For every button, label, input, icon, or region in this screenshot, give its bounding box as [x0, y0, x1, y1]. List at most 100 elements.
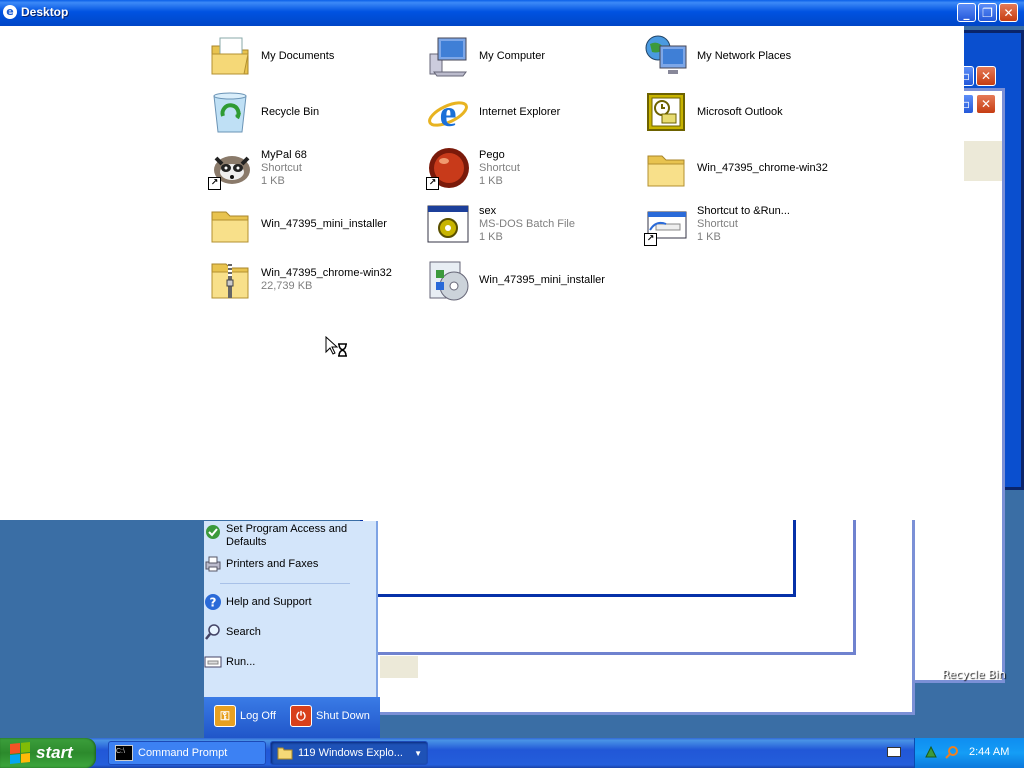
item-type: Shortcut — [261, 161, 302, 174]
item-type: Shortcut — [697, 217, 738, 230]
start-menu-item-program-access[interactable]: Set Program Access and Defaults — [204, 523, 374, 549]
clock[interactable]: 2:44 AM — [969, 746, 1009, 758]
installer-icon — [424, 256, 472, 304]
taskbar: start C:\ Command Prompt 119 Windows Exp… — [0, 738, 1024, 768]
key-icon: ⚿ — [214, 705, 236, 727]
start-button[interactable]: start — [0, 738, 96, 768]
item-name: My Network Places — [697, 49, 792, 62]
close-icon[interactable]: ✕ — [976, 94, 996, 114]
item-size: 1 KB — [479, 230, 503, 243]
item-name: Microsoft Outlook — [697, 105, 783, 118]
close-button[interactable]: ✕ — [999, 3, 1018, 22]
item-mypal[interactable]: ↗ MyPal 68 Shortcut 1 KB — [206, 142, 421, 194]
desktop-recycle-bin-label: Recycle Bin — [942, 668, 1006, 681]
svg-text:?: ? — [210, 596, 217, 610]
start-menu-item-label: Printers and Faxes — [226, 558, 319, 570]
start-menu-item-label: Set Program Access and Defaults — [226, 523, 348, 548]
item-my-documents[interactable]: My Documents — [206, 30, 421, 82]
power-icon: ⏻ — [290, 705, 312, 727]
my-documents-icon — [206, 32, 254, 80]
log-off-label: Log Off — [240, 710, 276, 722]
search-icon — [204, 623, 222, 641]
run-dialog-icon: ↗ — [642, 200, 690, 248]
item-folder-chrome[interactable]: Win_47395_chrome-win32 — [642, 142, 857, 194]
log-off-button[interactable]: ⚿ Log Off — [214, 705, 276, 727]
batch-file-icon — [424, 200, 472, 248]
shut-down-label: Shut Down — [316, 710, 370, 722]
restore-button[interactable]: ❐ — [978, 3, 997, 22]
item-name: Recycle Bin — [261, 105, 320, 118]
shut-down-button[interactable]: ⏻ Shut Down — [290, 705, 370, 727]
item-batch-file[interactable]: sex MS-DOS Batch File 1 KB — [424, 198, 639, 250]
item-my-computer[interactable]: My Computer — [424, 30, 639, 82]
recycle-bin-icon — [206, 88, 254, 136]
shortcut-arrow-icon: ↗ — [208, 177, 221, 190]
start-menu-separator — [220, 583, 350, 584]
item-name: Win_47395_chrome-win32 — [261, 267, 392, 279]
minimize-button[interactable]: _ — [957, 3, 976, 22]
network-tray-icon[interactable] — [925, 745, 939, 759]
background-window-statusbar — [380, 656, 418, 678]
item-name: MyPal 68 — [261, 148, 307, 161]
item-size: 1 KB — [479, 174, 503, 187]
item-type: MS-DOS Batch File — [479, 217, 575, 230]
item-name: My Documents — [261, 49, 335, 62]
keyboard-icon[interactable] — [887, 747, 901, 757]
item-zip-chrome[interactable]: Win_47395_chrome-win32 22,739 KB — [206, 254, 421, 306]
start-menu-item-run[interactable]: Run... — [204, 653, 374, 671]
item-name: Win_47395_mini_installer — [479, 273, 605, 286]
ie-small-icon: e — [3, 5, 17, 19]
item-network-places[interactable]: My Network Places — [642, 30, 857, 82]
start-menu-item-printers[interactable]: Printers and Faxes — [204, 555, 374, 573]
search-tray-icon[interactable] — [945, 745, 959, 759]
item-size: 1 KB — [697, 230, 721, 243]
shortcut-arrow-icon: ↗ — [426, 177, 439, 190]
item-folder-mini-installer[interactable]: Win_47395_mini_installer — [206, 198, 421, 250]
dropdown-arrow-icon: ▼ — [414, 748, 422, 758]
my-computer-icon — [424, 32, 472, 80]
start-menu-item-search[interactable]: Search — [204, 623, 374, 641]
start-menu-item-help[interactable]: ? Help and Support — [204, 593, 374, 611]
close-icon[interactable]: ✕ — [976, 66, 996, 86]
help-icon: ? — [204, 593, 222, 611]
item-shortcut-run[interactable]: ↗ Shortcut to &Run... Shortcut 1 KB — [642, 198, 857, 250]
item-name: Win_47395_mini_installer — [261, 217, 387, 230]
run-icon — [204, 653, 222, 671]
task-command-prompt[interactable]: C:\ Command Prompt — [108, 741, 266, 765]
item-internet-explorer[interactable]: e Internet Explorer — [424, 86, 639, 138]
busy-cursor-icon — [325, 335, 349, 363]
zip-folder-icon — [206, 256, 254, 304]
item-outlook[interactable]: Microsoft Outlook — [642, 86, 857, 138]
item-recycle-bin[interactable]: Recycle Bin — [206, 86, 421, 138]
mypal-raccoon-icon: ↗ — [206, 144, 254, 192]
desktop-window: My Documents My Computer My Network Plac… — [0, 0, 964, 520]
printer-icon — [204, 555, 222, 573]
system-tray: 2:44 AM — [914, 738, 1024, 768]
item-name: Internet Explorer — [479, 105, 561, 118]
start-label: start — [36, 743, 73, 762]
item-name: Pego — [479, 148, 505, 161]
task-label: 119 Windows Explo... — [298, 747, 403, 759]
start-menu-footer: ⚿ Log Off ⏻ Shut Down — [204, 697, 380, 738]
desktop-recycle-bin[interactable]: Recycle Bin — [942, 668, 1006, 681]
item-name: Shortcut to &Run... — [697, 204, 790, 217]
item-size: 1 KB — [261, 174, 285, 187]
window-title: Desktop — [21, 5, 69, 19]
item-size: 22,739 KB — [261, 280, 313, 292]
folder-icon — [277, 746, 293, 760]
windows-logo-icon — [10, 741, 30, 765]
internet-explorer-icon: e — [424, 88, 472, 136]
command-prompt-icon: C:\ — [115, 745, 133, 761]
item-installer[interactable]: Win_47395_mini_installer — [424, 254, 639, 306]
start-menu-item-label: Run... — [226, 656, 256, 668]
folder-icon — [206, 200, 254, 248]
start-menu-item-label: Help and Support — [226, 596, 312, 608]
item-type: Shortcut — [479, 161, 520, 174]
window-controls: _ ❐ ✕ — [957, 3, 1018, 22]
program-access-icon — [204, 523, 222, 541]
window-titlebar[interactable]: e Desktop _ ❐ ✕ — [0, 0, 1024, 26]
pego-red-ball-icon: ↗ — [424, 144, 472, 192]
shortcut-arrow-icon: ↗ — [644, 233, 657, 246]
item-pego[interactable]: ↗ Pego Shortcut 1 KB — [424, 142, 639, 194]
task-windows-explorer-group[interactable]: 119 Windows Explo... ▼ — [270, 741, 428, 765]
